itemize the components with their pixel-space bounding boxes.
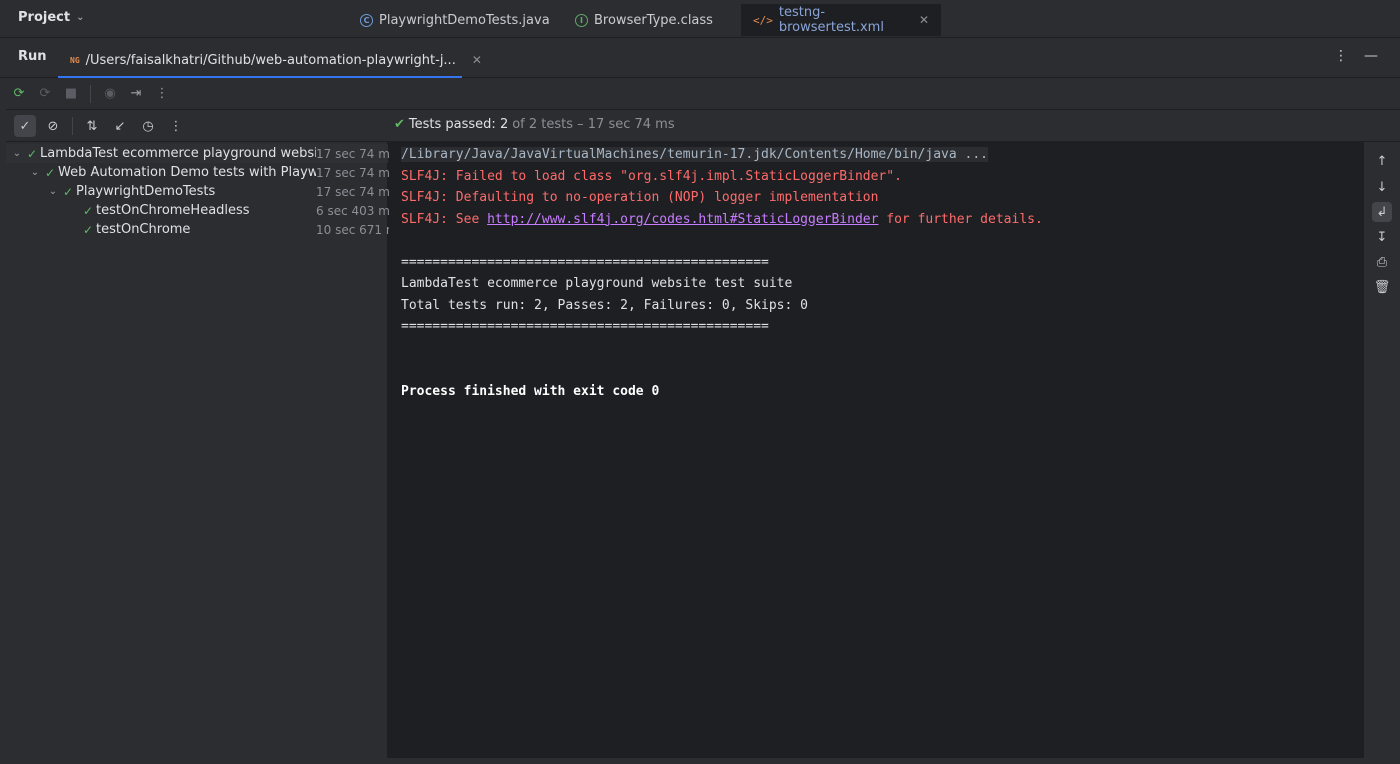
tree-row-name: testOnChrome [96,222,191,237]
testng-icon: NG [70,55,80,65]
tree-row-name: testOnChromeHeadless [96,203,250,218]
check-icon: ✓ [26,146,38,161]
chevron-down-icon[interactable]: ⌄ [46,186,60,197]
toolbar-divider [90,84,91,103]
run-config-path: /Users/faisalkhatri/Github/web-automatio… [85,52,456,68]
print-icon[interactable]: ⎙ [1372,252,1392,272]
check-icon: ✓ [82,203,94,218]
rerun-failed-icon[interactable]: ⟳ [36,85,54,103]
chevron-down-icon[interactable]: ⌄ [10,148,24,159]
close-icon[interactable]: ✕ [472,53,482,67]
console-separator: ========================================… [401,254,769,270]
console-error-prefix: SLF4J: See [401,211,488,227]
bottom-edge [0,758,1400,764]
console-side-toolbar: ↑ ↓ ↲ ↧ ⎙ 🗑 [1363,142,1400,758]
console-process-finished: Process finished with exit code 0 [401,383,660,399]
tests-passed-label: Tests passed: 2 [408,117,509,132]
check-icon: ✔ [394,117,405,132]
tree-row-name: Web Automation Demo tests with Playwrigh… [58,165,316,180]
slf4j-link[interactable]: http://www.slf4j.org/codes.html#StaticLo… [487,212,878,227]
console-output[interactable]: /Library/Java/JavaVirtualMachines/temuri… [389,142,1363,758]
tree-row-name: PlaywrightDemoTests [76,184,216,199]
title-bar: Project ⌄ C PlaywrightDemoTests.java I B… [0,0,1400,38]
tree-row-time: 17 sec 74 ms [316,146,397,161]
tab-playwright-demo-tests[interactable]: C PlaywrightDemoTests.java [348,4,563,36]
project-label: Project [18,10,71,25]
console-error-line: SLF4J: Failed to load class "org.slf4j.i… [401,168,902,184]
test-results-toolbar: ✓ ⊘ ⇅ ↙ ◷ ⋮ ✔ Tests passed: 2 of 2 tests… [0,110,1400,142]
test-tree: ⌄ ✓ LambdaTest ecommerce playground webs… [6,142,404,758]
tab-label: PlaywrightDemoTests.java [379,12,550,28]
console-error-line: SLF4J: Defaulting to no-operation (NOP) … [401,190,879,205]
tab-browser-type[interactable]: I BrowserType.class [563,4,741,36]
tab-label: testng-browsertest.xml [778,5,884,35]
tree-row-suite[interactable]: ⌄ ✓ LambdaTest ecommerce playground webs… [6,144,397,163]
run-title: Run [18,49,47,64]
check-icon: ✓ [62,184,74,199]
interface-icon: I [575,13,588,27]
tab-testng-browsertest[interactable]: </> testng-browsertest.xml ✕ [741,4,941,36]
tree-row-time: 10 sec 671 ms [316,222,404,237]
collapse-icon[interactable]: ↙ [109,115,131,137]
close-icon[interactable]: ✕ [919,13,929,27]
check-icon: ✓ [44,165,56,180]
console-summary: Total tests run: 2, Passes: 2, Failures:… [401,297,808,313]
tree-row-name: LambdaTest ecommerce playground website [40,146,316,161]
stop-icon[interactable]: ■ [62,85,80,103]
check-icon: ✓ [82,222,94,237]
arrow-up-icon[interactable]: ↑ [1372,151,1392,171]
tab-label: BrowserType.class [594,12,713,28]
arrow-down-icon[interactable]: ↓ [1372,177,1392,197]
test-status: ✔ Tests passed: 2 of 2 tests – 17 sec 74… [394,117,675,132]
run-config-tab[interactable]: NG /Users/faisalkhatri/Github/web-automa… [58,44,482,78]
project-dropdown[interactable]: Project ⌄ [18,10,84,25]
tree-row-time: 6 sec 403 ms [316,203,397,218]
trash-icon[interactable]: 🗑 [1372,277,1392,297]
export-icon[interactable]: ⇥ [127,85,145,103]
toolbar-divider [72,117,73,135]
clock-icon[interactable]: ◷ [137,115,159,137]
tree-row-class[interactable]: ⌄ ✓ PlaywrightDemoTests 17 sec 74 ms [6,182,397,201]
soft-wrap-icon[interactable]: ↲ [1372,202,1392,222]
xml-icon: </> [753,13,773,27]
run-tool-window-header: Run NG /Users/faisalkhatri/Github/web-au… [0,38,1400,78]
chevron-down-icon: ⌄ [76,12,85,23]
scroll-to-end-icon[interactable]: ↧ [1372,227,1392,247]
more-options-icon[interactable]: ⋮ [153,85,171,103]
console-command-text[interactable]: /Library/Java/JavaVirtualMachines/temuri… [401,147,988,162]
more-options-icon[interactable]: ⋮ [1334,48,1348,64]
more-options-icon[interactable]: ⋮ [165,115,187,137]
sort-icon[interactable]: ⇅ [81,115,103,137]
tree-row-method[interactable]: ✓ testOnChromeHeadless 6 sec 403 ms [6,201,397,220]
tests-summary-label: of 2 tests – 17 sec 74 ms [512,117,675,132]
tree-row-method[interactable]: ✓ testOnChrome 10 sec 671 ms [6,220,404,239]
tree-row-test[interactable]: ⌄ ✓ Web Automation Demo tests with Playw… [6,163,397,182]
tree-row-time: 17 sec 74 ms [316,184,397,199]
editor-tabs: C PlaywrightDemoTests.java I BrowserType… [348,4,941,38]
console-error-suffix: for further details. [878,211,1043,227]
run-toolbar: ⟳ ⟳ ■ ◉ ⇥ ⋮ [0,78,1400,110]
show-ignored-icon[interactable]: ⊘ [42,115,64,137]
console-separator: ========================================… [401,319,769,334]
class-icon: C [360,13,373,27]
console-command-line[interactable]: /Library/Java/JavaVirtualMachines/temuri… [401,144,1363,166]
tree-row-time: 17 sec 74 ms [316,165,397,180]
chevron-down-icon[interactable]: ⌄ [28,167,42,178]
console-error-line: SLF4J: See http://www.slf4j.org/codes.ht… [401,209,1363,231]
minimize-icon[interactable]: — [1364,48,1378,64]
console-suite-name: LambdaTest ecommerce playground website … [401,276,793,291]
show-passed-icon[interactable]: ✓ [14,115,36,137]
camera-icon[interactable]: ◉ [101,85,119,103]
rerun-icon[interactable]: ⟳ [10,85,28,103]
